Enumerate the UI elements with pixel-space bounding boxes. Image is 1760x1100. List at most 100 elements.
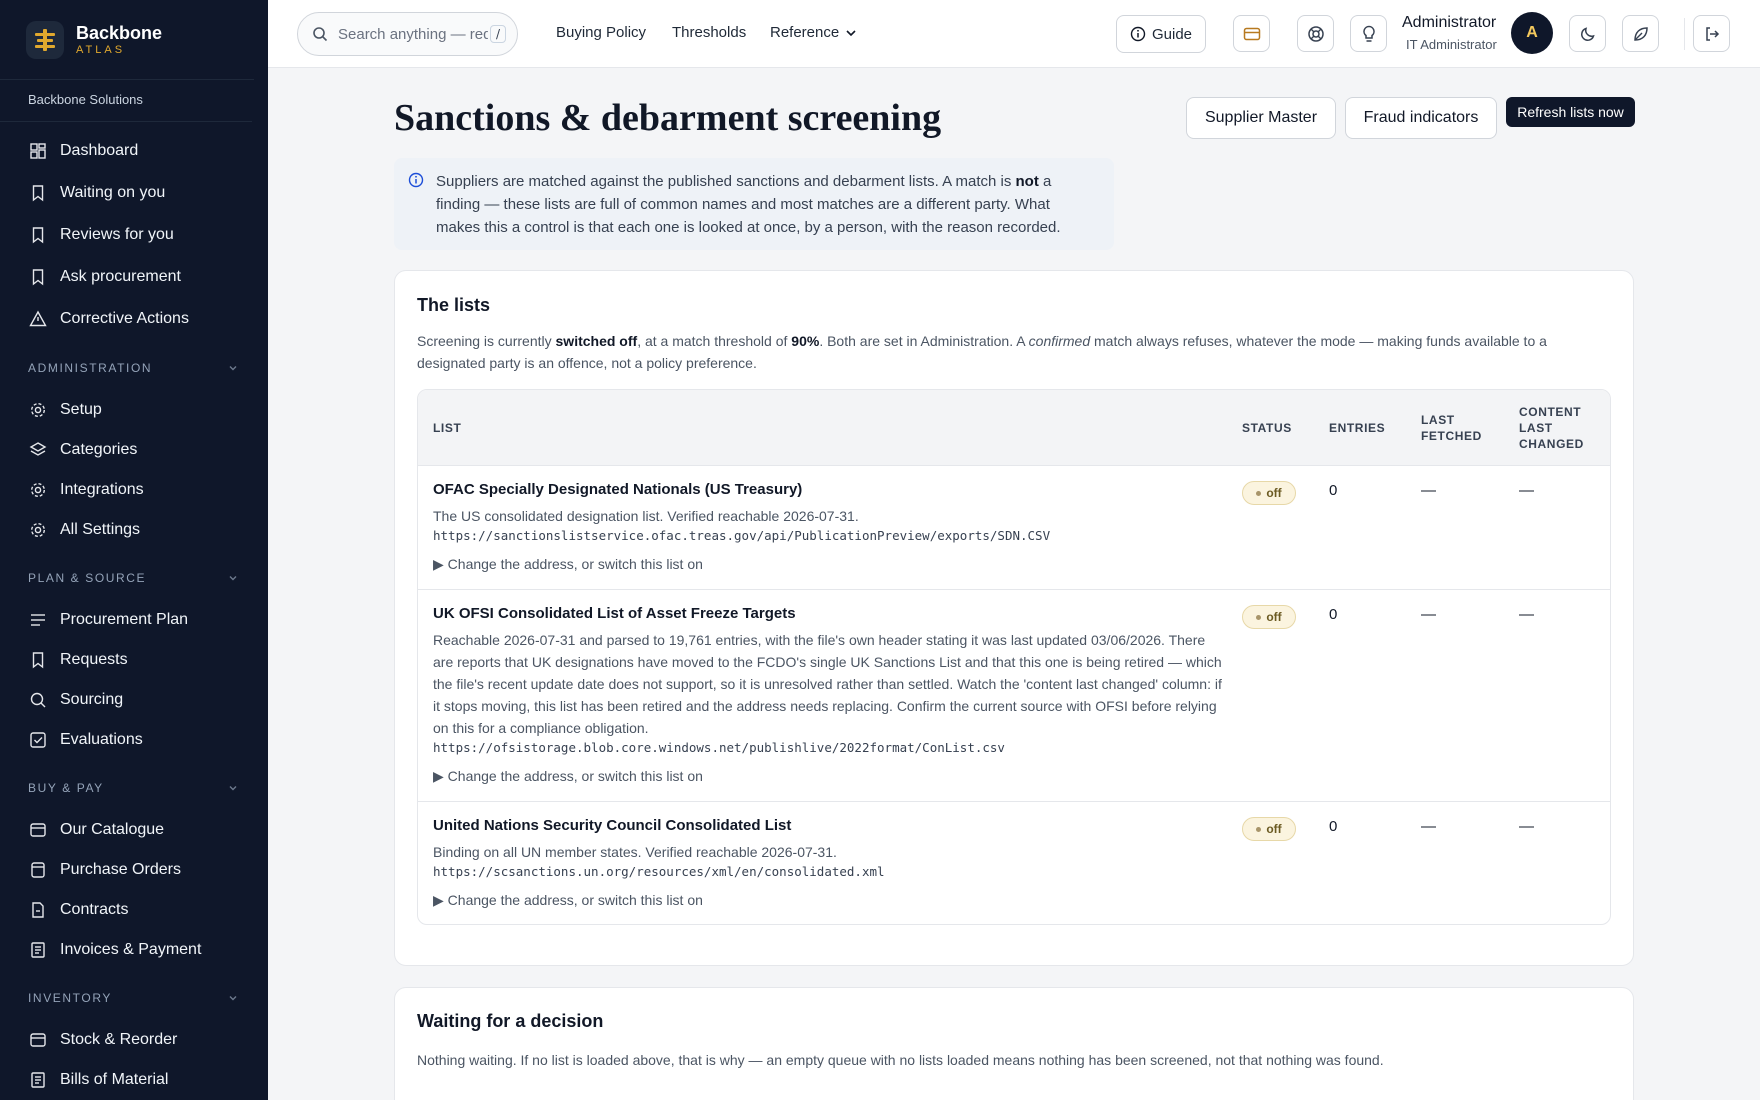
triangle-right-icon: ▶ xyxy=(433,768,444,784)
status-dot-icon xyxy=(1256,614,1262,620)
list-settings-label: Change the address, or switch this list … xyxy=(447,892,703,908)
waiting-card-title: Waiting for a decision xyxy=(417,1011,604,1031)
sidebar-section-title: BUY & PAY xyxy=(28,781,104,795)
sidebar-section-inventory[interactable]: INVENTORY xyxy=(0,976,268,1020)
sidebar-item-our-catalogue[interactable]: Our Catalogue xyxy=(0,810,268,850)
table-row: UK OFSI Consolidated List of Asset Freez… xyxy=(418,590,1610,802)
sidebar-item-dashboard[interactable]: Dashboard xyxy=(0,130,268,172)
page-title: Sanctions & debarment screening xyxy=(394,97,942,139)
sidebar-item-bills-of-material[interactable]: Bills of Material xyxy=(0,1060,268,1100)
info-icon xyxy=(408,172,424,188)
ideas-button[interactable] xyxy=(1350,15,1387,52)
sidebar-item-integrations[interactable]: Integrations xyxy=(0,470,268,510)
help-button[interactable] xyxy=(1297,15,1334,52)
bookmark-icon xyxy=(28,650,48,670)
col-status: STATUS xyxy=(1242,421,1292,435)
content-last-changed: — xyxy=(1519,482,1534,499)
supplier-master-button[interactable]: Supplier Master xyxy=(1186,97,1336,139)
list-settings-toggle[interactable]: ▶ Change the address, or switch this lis… xyxy=(433,892,703,909)
list-url: https://ofsistorage.blob.core.windows.ne… xyxy=(433,740,1005,755)
list-description: Binding on all UN member states. Verifie… xyxy=(433,844,837,860)
sidebar-item-sourcing[interactable]: Sourcing xyxy=(0,680,268,720)
guide-label: Guide xyxy=(1151,25,1193,43)
guide-button[interactable]: Guide xyxy=(1116,15,1206,53)
sidebar-item-label: Integrations xyxy=(60,481,144,498)
desc-b: switched off xyxy=(555,333,638,349)
sidebar-section-administration[interactable]: ADMINISTRATION xyxy=(0,346,268,390)
topbar-divider xyxy=(1684,18,1685,50)
list-settings-toggle[interactable]: ▶ Change the address, or switch this lis… xyxy=(433,768,703,785)
status-dot-icon xyxy=(1256,490,1262,496)
sidebar-item-label: Our Catalogue xyxy=(60,821,165,838)
gear-icon xyxy=(28,480,48,500)
layers-icon xyxy=(28,440,48,460)
sidebar-item-requests[interactable]: Requests xyxy=(0,640,268,680)
leaf-icon xyxy=(1633,26,1648,41)
brand-name: Backbone xyxy=(76,22,163,43)
search-shortcut: / xyxy=(490,25,507,43)
waiting-card-desc: Nothing waiting. If no list is loaded ab… xyxy=(417,1052,1384,1068)
sidebar-item-contracts[interactable]: Contracts xyxy=(0,890,268,930)
sidebar-item-categories[interactable]: Categories xyxy=(0,430,268,470)
list-description: The US consolidated designation list. Ve… xyxy=(433,508,859,524)
entries-count: 0 xyxy=(1329,818,1338,835)
sidebar-item-invoices-and-payment[interactable]: Invoices & Payment xyxy=(0,930,268,970)
content-last-changed: — xyxy=(1519,818,1534,835)
logout-button[interactable] xyxy=(1693,15,1730,52)
info-callout: Suppliers are matched against the publis… xyxy=(394,158,1114,250)
sidebar-item-label: Requests xyxy=(60,651,128,668)
wallet-icon xyxy=(1243,27,1260,40)
nav-reference[interactable]: Reference xyxy=(770,24,857,41)
sidebar-section-title: PLAN & SOURCE xyxy=(28,571,147,585)
status-label: off xyxy=(1266,610,1282,624)
user-role: IT Administrator xyxy=(1406,37,1497,52)
sidebar-item-reviews-for-you[interactable]: Reviews for you xyxy=(0,214,268,256)
receipt-icon xyxy=(28,940,48,960)
sidebar-item-label: Invoices & Payment xyxy=(60,941,202,958)
list-settings-toggle[interactable]: ▶ Change the address, or switch this lis… xyxy=(433,556,703,573)
sidebar-item-setup[interactable]: Setup xyxy=(0,390,268,430)
theme-toggle-button[interactable] xyxy=(1569,15,1606,52)
info-text-a: Suppliers are matched against the publis… xyxy=(436,173,1016,190)
feedback-button[interactable] xyxy=(1622,15,1659,52)
fraud-indicators-button[interactable]: Fraud indicators xyxy=(1345,97,1497,139)
sidebar-item-label: Reviews for you xyxy=(60,226,174,243)
sidebar-item-label: Ask procurement xyxy=(60,268,181,285)
sidebar-item-corrective-actions[interactable]: Corrective Actions xyxy=(0,298,268,340)
wallet-button[interactable] xyxy=(1233,15,1270,52)
col-entries: ENTRIES xyxy=(1329,421,1386,435)
triangle-right-icon: ▶ xyxy=(433,556,444,572)
status-label: off xyxy=(1266,486,1282,500)
sidebar-item-stock-and-reorder[interactable]: Stock & Reorder xyxy=(0,1020,268,1060)
brand[interactable]: Backbone ATLAS xyxy=(0,0,254,80)
lists-card-desc: Screening is currently switched off, at … xyxy=(417,330,1613,374)
search-input[interactable]: Search anything — requests, suppliers / xyxy=(297,12,518,56)
content-last-changed: — xyxy=(1519,606,1534,623)
sidebar-section-plan-and-source[interactable]: PLAN & SOURCE xyxy=(0,556,268,600)
chevron-down-icon xyxy=(846,29,856,36)
sidebar-item-waiting-on-you[interactable]: Waiting on you xyxy=(0,172,268,214)
grid-icon xyxy=(28,141,48,161)
chevron-down-icon xyxy=(229,576,237,581)
sidebar-item-procurement-plan[interactable]: Procurement Plan xyxy=(0,600,268,640)
logout-icon xyxy=(1705,26,1719,41)
sidebar-item-ask-procurement[interactable]: Ask procurement xyxy=(0,256,268,298)
col-content-last-changed: CONTENT LAST CHANGED xyxy=(1519,405,1584,451)
bookmark-icon xyxy=(28,183,48,203)
sidebar: Backbone ATLAS Backbone Solutions Dashbo… xyxy=(0,0,268,1100)
sidebar-section-buy-and-pay[interactable]: BUY & PAY xyxy=(0,766,268,810)
avatar[interactable]: A xyxy=(1511,12,1553,54)
nav-buying-policy[interactable]: Buying Policy xyxy=(556,24,646,41)
nav-thresholds[interactable]: Thresholds xyxy=(672,24,746,41)
desc-a: Screening is currently xyxy=(417,333,556,349)
last-fetched: — xyxy=(1421,606,1436,623)
sidebar-item-all-settings[interactable]: All Settings xyxy=(0,510,268,550)
search-placeholder: Search anything — requests, suppliers xyxy=(338,25,488,43)
gear-icon xyxy=(28,520,48,540)
chevron-down-icon xyxy=(229,366,237,371)
refresh-lists-button[interactable]: Refresh lists now xyxy=(1506,97,1635,127)
list-name: United Nations Security Council Consolid… xyxy=(433,817,792,834)
sidebar-item-purchase-orders[interactable]: Purchase Orders xyxy=(0,850,268,890)
sidebar-item-evaluations[interactable]: Evaluations xyxy=(0,720,268,760)
sidebar-item-label: Purchase Orders xyxy=(60,861,181,878)
